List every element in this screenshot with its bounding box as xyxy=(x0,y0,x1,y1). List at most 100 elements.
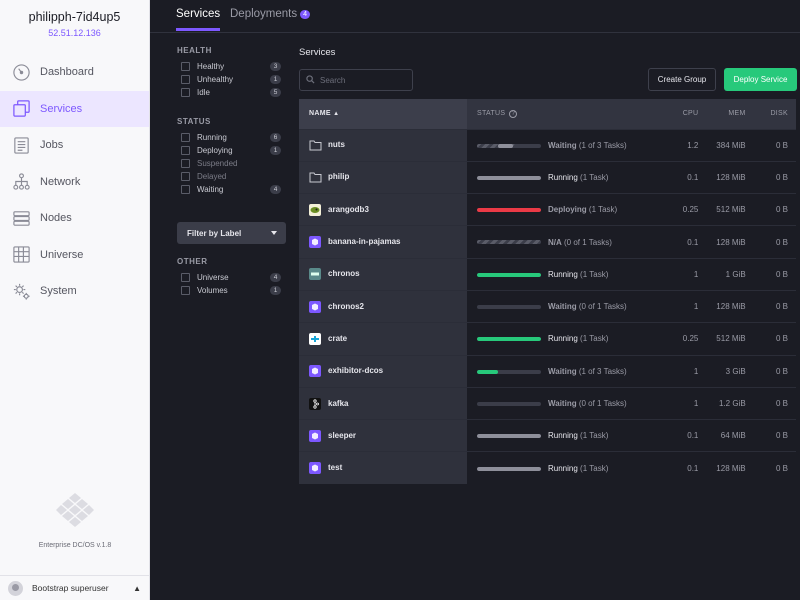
table-row[interactable]: exhibitor-dcos Waiting (1 of 3 Tasks) 1 … xyxy=(299,355,796,388)
mem-cell: 1.2 GiB xyxy=(718,399,746,409)
service-name-cell[interactable]: philip xyxy=(299,161,467,194)
cube-icon xyxy=(309,429,321,442)
table-header-row: NAME ▲ STATUS? CPU MEM DISK xyxy=(299,99,796,129)
nav-item-services[interactable]: Services xyxy=(0,90,149,127)
cube-icon xyxy=(309,300,321,313)
deploy-service-button[interactable]: Deploy Service xyxy=(724,68,797,91)
service-name-cell[interactable]: exhibitor-dcos xyxy=(299,355,467,388)
checkbox[interactable] xyxy=(181,273,190,282)
filter-label: Deploying xyxy=(197,146,233,155)
column-header-mem[interactable]: MEM xyxy=(698,99,745,129)
table-row[interactable]: kafka Waiting (0 of 1 Tasks) 1 1.2 GiB 0… xyxy=(299,387,796,420)
filter-label: Unhealthy xyxy=(197,75,234,84)
nav-label-system: System xyxy=(40,285,77,298)
table-row[interactable]: arangodb3 Deploying (1 Task) 0.25 512 Mi… xyxy=(299,193,796,226)
column-header-disk[interactable]: DISK xyxy=(746,99,796,129)
nav-item-universe[interactable]: Universe xyxy=(0,237,149,274)
service-name-cell[interactable]: arangodb3 xyxy=(299,193,467,226)
filter-unhealthy[interactable]: Unhealthy 1 xyxy=(177,73,287,86)
nav-item-system[interactable]: System xyxy=(0,273,149,310)
kafka-icon xyxy=(309,397,321,410)
filter-healthy[interactable]: Healthy 3 xyxy=(177,60,287,73)
service-name-cell[interactable]: banana-in-pajamas xyxy=(299,225,467,259)
status-state: Waiting xyxy=(548,302,577,312)
cluster-header[interactable]: philipph-7id4up5 52.51.12.136 xyxy=(0,0,149,50)
filter-delayed[interactable]: Delayed xyxy=(177,170,287,183)
filter-idle[interactable]: Idle 5 xyxy=(177,86,287,99)
search-box[interactable] xyxy=(299,69,413,91)
status-progress-bar xyxy=(477,272,541,277)
column-header-status[interactable]: STATUS? xyxy=(467,99,648,129)
tab-services[interactable]: Services xyxy=(176,8,221,31)
table-row[interactable]: philip Running (1 Task) 0.1 128 MiB 0 B xyxy=(299,161,796,194)
table-row[interactable]: nuts Waiting (1 of 3 Tasks) 1.2 384 MiB … xyxy=(299,129,796,162)
filter-count: 6 xyxy=(270,133,281,142)
filter-universe[interactable]: Universe 4 xyxy=(177,271,287,284)
table-row[interactable]: banana-in-pajamas N/A (0 of 1 Tasks) 0.1… xyxy=(299,225,796,259)
filter-health-heading: HEALTH xyxy=(177,46,212,55)
cpu-cell: 1.2 xyxy=(687,140,699,150)
disk-cell: 0 B xyxy=(775,431,788,441)
page-tabs: Services Deployments 4 xyxy=(150,0,800,33)
nav-item-nodes[interactable]: Nodes xyxy=(0,200,149,237)
checkbox[interactable] xyxy=(181,159,190,168)
filter-by-label-dropdown[interactable]: Filter by Label xyxy=(177,222,286,244)
status-bar-fill xyxy=(477,337,541,342)
status-detail: (1 of 3 Tasks) xyxy=(578,366,627,376)
filter-label: Healthy xyxy=(197,62,225,71)
service-name-cell[interactable]: nuts xyxy=(299,129,467,162)
table-row[interactable]: test Running (1 Task) 0.1 128 MiB 0 B xyxy=(299,451,796,485)
table-row[interactable]: sleeper Running (1 Task) 0.1 64 MiB 0 B xyxy=(299,419,796,452)
nav-item-network[interactable]: Network xyxy=(0,164,149,201)
status-text: Deploying (1 Task) xyxy=(548,205,617,214)
service-name: philip xyxy=(328,172,350,182)
status-text: Running (1 Task) xyxy=(548,173,608,182)
table-row[interactable]: chronos Running (1 Task) 1 1 GiB 0 B xyxy=(299,258,796,291)
checkbox[interactable] xyxy=(181,133,190,142)
filter-running[interactable]: Running 6 xyxy=(177,131,287,144)
help-icon[interactable]: ? xyxy=(509,109,518,118)
search-input[interactable] xyxy=(320,75,405,85)
table-row[interactable]: chronos2 Waiting (0 of 1 Tasks) 1 128 Mi… xyxy=(299,290,796,323)
checkbox[interactable] xyxy=(181,172,190,181)
nav-item-dashboard[interactable]: Dashboard xyxy=(0,54,149,91)
disk-cell: 0 B xyxy=(775,237,788,247)
version-label: Enterprise DC/OS v.1.8 xyxy=(38,542,112,549)
checkbox[interactable] xyxy=(181,75,190,84)
checkbox[interactable] xyxy=(181,62,190,71)
disk-cell: 0 B xyxy=(775,140,788,150)
cpu-cell: 0.25 xyxy=(682,334,699,344)
dcos-logo-icon xyxy=(56,493,94,527)
nav-label-network: Network xyxy=(40,175,81,188)
tab-deployments[interactable]: Deployments 4 xyxy=(230,8,311,20)
service-name-cell[interactable]: test xyxy=(299,451,467,485)
filter-deploying[interactable]: Deploying 1 xyxy=(177,144,287,157)
status-detail: (1 Task) xyxy=(580,431,609,441)
status-detail: (0 of 1 Tasks) xyxy=(564,237,612,247)
column-header-cpu[interactable]: CPU xyxy=(648,99,698,129)
checkbox[interactable] xyxy=(181,88,190,97)
service-name-cell[interactable]: chronos2 xyxy=(299,290,467,323)
create-group-button[interactable]: Create Group xyxy=(648,68,716,91)
checkbox[interactable] xyxy=(181,146,190,155)
service-name-cell[interactable]: chronos xyxy=(299,258,467,291)
service-status-cell: Deploying (1 Task) xyxy=(467,194,648,226)
status-bar-fill xyxy=(477,466,541,471)
service-name-cell[interactable]: crate xyxy=(299,322,467,356)
filter-volumes[interactable]: Volumes 1 xyxy=(177,284,287,297)
column-header-name[interactable]: NAME ▲ xyxy=(299,99,467,129)
filter-suspended[interactable]: Suspended xyxy=(177,157,287,170)
filter-waiting[interactable]: Waiting 4 xyxy=(177,183,287,196)
service-status-cell: Waiting (0 of 1 Tasks) xyxy=(467,387,648,419)
status-progress-bar xyxy=(477,175,541,180)
checkbox[interactable] xyxy=(181,286,190,295)
tab-services-label: Services xyxy=(176,8,221,20)
nav-item-jobs[interactable]: Jobs xyxy=(0,127,149,164)
table-row[interactable]: crate Running (1 Task) 0.25 512 MiB 0 B xyxy=(299,322,796,356)
user-menu[interactable]: Bootstrap superuser ▲ xyxy=(0,575,150,600)
status-detail: (1 Task) xyxy=(580,334,609,344)
service-name-cell[interactable]: sleeper xyxy=(299,419,467,452)
status-progress-bar xyxy=(477,369,541,374)
checkbox[interactable] xyxy=(181,185,190,194)
service-name-cell[interactable]: kafka xyxy=(299,387,467,420)
